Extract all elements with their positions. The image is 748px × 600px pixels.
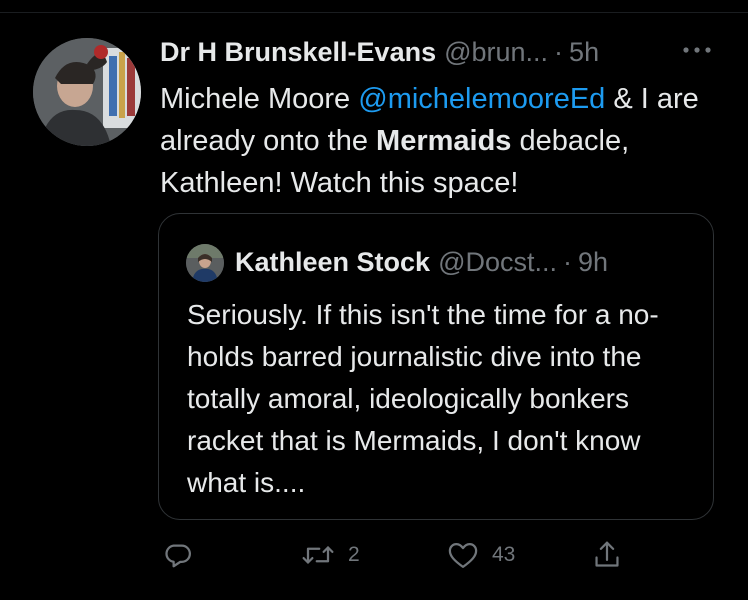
- more-dots-icon: [683, 47, 711, 53]
- tweet-text-part-1: Michele Moore: [160, 83, 359, 115]
- like-count: 43: [492, 543, 516, 566]
- tweet-text-bold: Mermaids: [376, 125, 512, 157]
- top-divider: [0, 12, 748, 13]
- quoted-tweet-header: Kathleen Stock @Docst... · 9h: [235, 242, 695, 282]
- tweet-actions-bar: 2 43: [0, 530, 748, 580]
- header-separator: ·: [554, 36, 564, 67]
- quoted-tweet-text: Seriously. If this isn't the time for a …: [187, 299, 659, 498]
- retweet-icon: [302, 546, 334, 564]
- retweet-button[interactable]: 2: [300, 530, 360, 580]
- quoted-tweet-card[interactable]: Kathleen Stock @Docst... · 9h Seriously.…: [158, 213, 714, 520]
- quoted-author-avatar[interactable]: [186, 244, 224, 282]
- tweet-timestamp[interactable]: 5h: [569, 37, 599, 68]
- author-name[interactable]: Dr H Brunskell-Evans: [160, 37, 436, 68]
- mention-link[interactable]: @michelemooreEd: [358, 83, 605, 115]
- author-avatar[interactable]: [33, 38, 141, 146]
- author-photo-image: [33, 38, 141, 146]
- share-button[interactable]: [592, 530, 634, 580]
- quoted-author-photo-image: [186, 244, 224, 282]
- reply-button[interactable]: [163, 530, 205, 580]
- author-handle[interactable]: @brun...: [444, 37, 548, 68]
- reply-icon: [165, 544, 191, 568]
- quoted-author-name[interactable]: Kathleen Stock: [235, 247, 430, 278]
- retweet-count: 2: [348, 543, 360, 566]
- quoted-tweet-timestamp[interactable]: 9h: [578, 247, 608, 278]
- more-options-button[interactable]: [681, 42, 713, 58]
- heart-icon: [448, 543, 478, 568]
- share-icon: [595, 541, 619, 567]
- like-button[interactable]: 43: [446, 530, 515, 580]
- quoted-author-handle[interactable]: @Docst...: [438, 247, 557, 278]
- tweet-header: Dr H Brunskell-Evans @brun... · 5h: [160, 32, 720, 72]
- tweet-text: Michele Moore @michelemooreEd & I are al…: [160, 78, 720, 204]
- quoted-header-separator: ·: [563, 246, 572, 277]
